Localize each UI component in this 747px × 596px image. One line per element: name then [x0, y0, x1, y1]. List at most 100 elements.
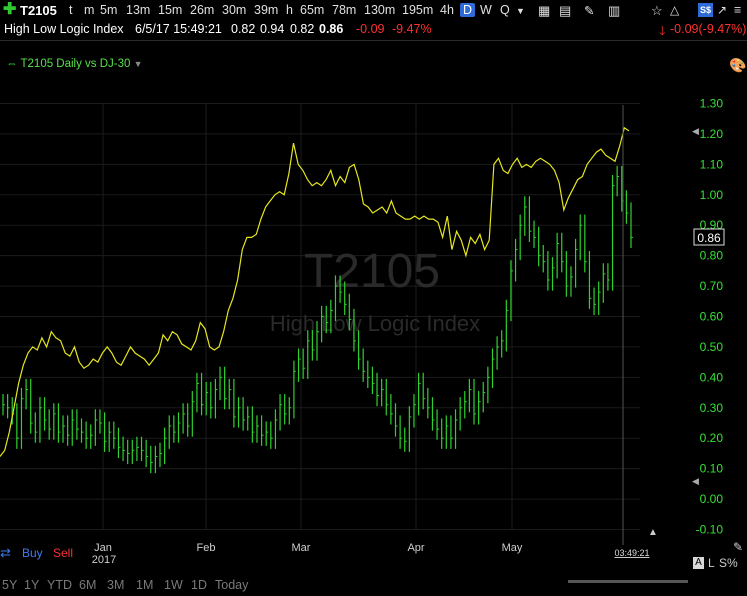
period-ytd[interactable]: YTD: [47, 578, 72, 592]
price-bar: [547, 251, 550, 291]
price-bar: [136, 436, 139, 462]
price-bar: [71, 409, 75, 446]
price-bar: [113, 421, 116, 449]
x-tick-label: Jan: [94, 542, 112, 554]
price-bar: [103, 412, 107, 452]
price-bar: [224, 366, 227, 410]
log-scale-button[interactable]: L: [708, 556, 715, 570]
price-bar: [501, 330, 504, 358]
period-1w[interactable]: 1W: [164, 578, 183, 592]
buy-button[interactable]: Buy: [22, 546, 43, 560]
price-bar: [367, 360, 370, 389]
price-bar: [2, 394, 5, 416]
price-bar: [565, 251, 569, 297]
trade-icon[interactable]: ⇄: [0, 545, 11, 561]
period-today[interactable]: Today: [215, 578, 248, 592]
x-tick-label: Feb: [197, 542, 216, 554]
price-bar: [454, 409, 458, 449]
price-bar: [30, 378, 33, 434]
price-bar: [80, 418, 84, 443]
price-bar: [260, 415, 264, 446]
price-bar: [164, 427, 167, 465]
price-bar: [307, 330, 310, 379]
y-tick-label: 0.20: [700, 431, 724, 445]
price-bar: [251, 406, 255, 443]
price-bar: [191, 391, 195, 437]
scrollbar[interactable]: [568, 580, 688, 583]
period-1d[interactable]: 1D: [191, 578, 207, 592]
price-bar: [205, 381, 209, 416]
price-bar: [473, 378, 476, 425]
y-tick-label: 0.10: [700, 462, 724, 476]
y-tick-label: 0.60: [700, 310, 724, 324]
price-bar: [122, 436, 126, 462]
price-bar: [561, 232, 564, 273]
price-bar: [431, 397, 435, 431]
price-bar: [593, 287, 597, 315]
price-bar: [200, 372, 204, 416]
watermark-symbol: T2105: [304, 245, 440, 298]
price-bar: [436, 409, 440, 440]
price-bar: [210, 381, 213, 419]
x-tick-label: May: [502, 542, 523, 554]
y-axis: 1.301.201.101.000.900.800.700.600.500.40…: [696, 97, 724, 537]
price-bar: [90, 424, 93, 449]
period-1m[interactable]: 1M: [136, 578, 153, 592]
period-3m[interactable]: 3M: [107, 578, 124, 592]
price-bar: [417, 372, 421, 416]
y-tick-label: 1.20: [700, 127, 724, 141]
price-bar: [371, 366, 375, 395]
sell-button[interactable]: Sell: [53, 546, 73, 560]
y-tick-label: 0.70: [700, 279, 724, 293]
price-bar: [117, 427, 121, 458]
y-tick-label: 0.00: [700, 492, 724, 506]
price-bar: [570, 266, 573, 297]
y-tick-label: 1.00: [700, 188, 724, 202]
price-bar: [284, 394, 287, 425]
time-label: 03:49:21: [614, 548, 649, 558]
price-bar: [385, 378, 389, 416]
price-bar: [588, 251, 592, 309]
price-bar: [288, 397, 292, 425]
low-marker-icon: ◀: [692, 476, 699, 486]
y-tick-label: 1.10: [700, 157, 724, 171]
price-bar: [496, 336, 500, 370]
period-5y[interactable]: 5Y: [2, 578, 17, 592]
price-bar: [39, 397, 42, 443]
price-bar: [357, 330, 361, 370]
period-6m[interactable]: 6M: [79, 578, 96, 592]
scroll-up-icon[interactable]: ▲: [648, 527, 658, 538]
price-bar: [53, 403, 56, 440]
price-bar: [491, 348, 495, 389]
price-bar: [127, 439, 130, 465]
price-bar: [514, 238, 518, 282]
price-bar: [85, 421, 89, 449]
y-tick-label: 0.80: [700, 249, 724, 263]
price-bar: [404, 427, 407, 452]
price-bar: [99, 409, 102, 434]
price-bar: [274, 409, 278, 449]
price-bar: [408, 406, 412, 452]
chart-area[interactable]: T2105 High Low Logic Index 1.30 1.20 1.10 1…: [0, 0, 747, 596]
y-tick-label: 0.50: [700, 340, 724, 354]
price-bar: [390, 394, 393, 425]
price-bar: [214, 378, 218, 419]
price-bar: [108, 421, 112, 452]
price-bar: [538, 226, 541, 267]
price-bar: [445, 415, 449, 449]
period-1y[interactable]: 1Y: [24, 578, 39, 592]
pencil-icon[interactable]: ✎: [733, 540, 743, 554]
price-bar: [505, 299, 509, 352]
auto-scale-button[interactable]: A: [693, 557, 704, 569]
price-bar: [270, 421, 273, 449]
price-bar: [247, 406, 250, 431]
price-bar: [43, 397, 47, 431]
price-bar: [293, 360, 296, 419]
percent-scale-button[interactable]: S%: [719, 556, 738, 570]
price-bar: [487, 366, 490, 404]
price-bar: [145, 439, 149, 468]
x-tick-label: Mar: [292, 542, 311, 554]
price-bar: [579, 214, 583, 261]
price-bar: [242, 397, 246, 431]
y-tick-label: 0.40: [700, 370, 724, 384]
